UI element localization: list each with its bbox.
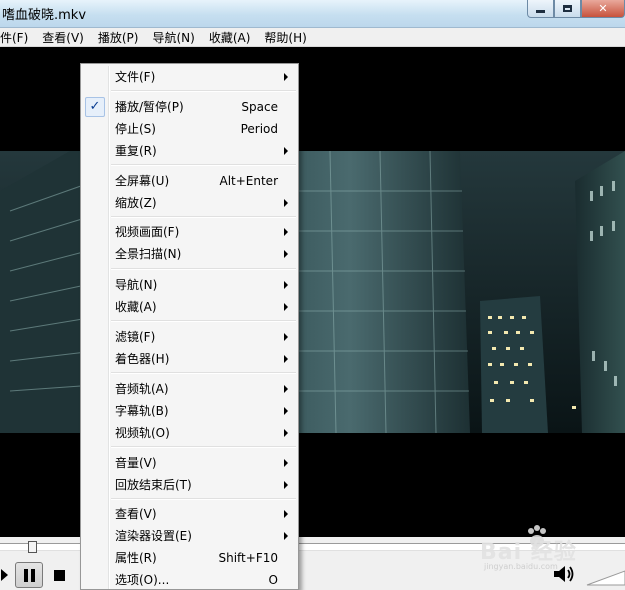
submenu-arrow-icon bbox=[284, 510, 288, 518]
seek-thumb[interactable] bbox=[28, 541, 37, 553]
submenu-arrow-icon bbox=[284, 147, 288, 155]
submenu-arrow-icon bbox=[284, 333, 288, 341]
menu-separator bbox=[111, 498, 296, 500]
submenu-arrow-icon bbox=[284, 73, 288, 81]
menu-item-shortcut: Space bbox=[241, 100, 278, 114]
baidu-watermark: Bai 经验 jingyan.baidu.com bbox=[474, 520, 624, 571]
pause-button[interactable] bbox=[15, 562, 43, 588]
menu-play[interactable]: 播放(P) bbox=[91, 29, 146, 46]
menu-item-label: 全景扫描(N) bbox=[115, 247, 182, 261]
submenu-arrow-icon bbox=[284, 281, 288, 289]
menu-bar: 件(F) 查看(V) 播放(P) 导航(N) 收藏(A) 帮助(H) bbox=[0, 28, 625, 47]
submenu-arrow-icon bbox=[284, 228, 288, 236]
menu-item-label: 音频轨(A) bbox=[115, 382, 169, 396]
menu-item-label: 收藏(A) bbox=[115, 300, 157, 314]
menu-item-stop[interactable]: 停止(S) Period bbox=[83, 119, 296, 139]
menu-item-shortcut: O bbox=[268, 573, 278, 587]
menu-item-view[interactable]: 查看(V) bbox=[83, 504, 296, 524]
submenu-arrow-icon bbox=[284, 459, 288, 467]
menu-item-label: 文件(F) bbox=[115, 70, 156, 84]
menu-item-file[interactable]: 文件(F) bbox=[83, 67, 296, 87]
menu-item-options[interactable]: 选项(O)... O bbox=[83, 570, 296, 590]
menu-item-label: 停止(S) bbox=[115, 122, 156, 136]
stop-icon bbox=[53, 569, 65, 581]
menu-separator bbox=[111, 268, 296, 270]
menu-item-label: 回放结束后(T) bbox=[115, 478, 192, 492]
menu-item-label: 选项(O)... bbox=[115, 573, 170, 587]
menu-item-label: 视频轨(O) bbox=[115, 426, 170, 440]
menu-item-label: 属性(R) bbox=[115, 551, 157, 565]
menu-item-label: 播放/暂停(P) bbox=[115, 100, 184, 114]
menu-item-video-track[interactable]: 视频轨(O) bbox=[83, 423, 296, 443]
menu-item-shortcut: Shift+F10 bbox=[218, 551, 278, 565]
window-controls: ✕ bbox=[527, 0, 625, 20]
menu-item-properties[interactable]: 属性(R) Shift+F10 bbox=[83, 548, 296, 568]
submenu-arrow-icon bbox=[284, 429, 288, 437]
menu-item-label: 查看(V) bbox=[115, 507, 157, 521]
menu-item-label: 字幕轨(B) bbox=[115, 404, 169, 418]
menu-file[interactable]: 件(F) bbox=[0, 29, 35, 46]
close-icon: ✕ bbox=[598, 2, 608, 15]
menu-item-shortcut: Alt+Enter bbox=[219, 174, 278, 188]
menu-item-label: 着色器(H) bbox=[115, 352, 170, 366]
menu-item-label: 全屏幕(U) bbox=[115, 174, 170, 188]
stop-button[interactable] bbox=[45, 562, 73, 588]
menu-item-pan-scan[interactable]: 全景扫描(N) bbox=[83, 244, 296, 264]
menu-navigate[interactable]: 导航(N) bbox=[145, 29, 201, 46]
close-button[interactable]: ✕ bbox=[581, 0, 625, 18]
menu-separator bbox=[111, 446, 296, 448]
menu-item-label: 音量(V) bbox=[115, 456, 157, 470]
menu-item-shortcut: Period bbox=[240, 122, 278, 136]
menu-item-audio-track[interactable]: 音频轨(A) bbox=[83, 379, 296, 399]
menu-item-renderer-settings[interactable]: 渲染器设置(E) bbox=[83, 526, 296, 546]
menu-item-after-playback[interactable]: 回放结束后(T) bbox=[83, 475, 296, 495]
menu-item-play-pause[interactable]: ✓ 播放/暂停(P) Space bbox=[83, 97, 296, 117]
menu-separator bbox=[111, 164, 296, 166]
menu-item-label: 重复(R) bbox=[115, 144, 157, 158]
maximize-button[interactable] bbox=[554, 0, 581, 18]
menu-separator bbox=[111, 216, 296, 218]
maximize-icon bbox=[563, 5, 572, 12]
menu-item-shaders[interactable]: 着色器(H) bbox=[83, 349, 296, 369]
menu-item-zoom[interactable]: 缩放(Z) bbox=[83, 193, 296, 213]
minimize-button[interactable] bbox=[527, 0, 554, 18]
submenu-arrow-icon bbox=[284, 407, 288, 415]
submenu-arrow-icon bbox=[284, 481, 288, 489]
menu-item-label: 渲染器设置(E) bbox=[115, 529, 192, 543]
menu-item-navigate[interactable]: 导航(N) bbox=[83, 275, 296, 295]
submenu-arrow-icon bbox=[284, 355, 288, 363]
watermark-url: jingyan.baidu.com bbox=[484, 562, 558, 571]
menu-item-filters[interactable]: 滤镜(F) bbox=[83, 327, 296, 347]
menu-item-label: 导航(N) bbox=[115, 278, 158, 292]
context-menu: 文件(F) ✓ 播放/暂停(P) Space 停止(S) Period 重复(R… bbox=[80, 63, 299, 590]
title-bar[interactable]: 嗜血破晓.mkv ✕ bbox=[0, 0, 625, 28]
checkmark-icon: ✓ bbox=[85, 97, 105, 117]
menu-separator bbox=[111, 320, 296, 322]
menu-item-label: 滤镜(F) bbox=[115, 330, 156, 344]
submenu-arrow-icon bbox=[284, 199, 288, 207]
menu-item-subtitle-track[interactable]: 字幕轨(B) bbox=[83, 401, 296, 421]
menu-view[interactable]: 查看(V) bbox=[35, 29, 91, 46]
submenu-arrow-icon bbox=[284, 303, 288, 311]
menu-item-fullscreen[interactable]: 全屏幕(U) Alt+Enter bbox=[83, 171, 296, 191]
volume-slider[interactable] bbox=[585, 567, 625, 587]
menu-item-favorites[interactable]: 收藏(A) bbox=[83, 297, 296, 317]
submenu-arrow-icon bbox=[284, 385, 288, 393]
menu-separator bbox=[111, 90, 296, 92]
menu-item-label: 缩放(Z) bbox=[115, 196, 157, 210]
menu-favorites[interactable]: 收藏(A) bbox=[202, 29, 258, 46]
menu-item-volume[interactable]: 音量(V) bbox=[83, 453, 296, 473]
menu-item-video-frame[interactable]: 视频画面(F) bbox=[83, 222, 296, 242]
minimize-icon bbox=[536, 10, 545, 13]
submenu-arrow-icon bbox=[284, 250, 288, 258]
menu-help[interactable]: 帮助(H) bbox=[257, 29, 313, 46]
submenu-arrow-icon bbox=[284, 532, 288, 540]
menu-item-repeat[interactable]: 重复(R) bbox=[83, 141, 296, 161]
menu-separator bbox=[111, 372, 296, 374]
play-icon bbox=[0, 569, 8, 581]
pause-icon bbox=[23, 568, 35, 582]
menu-item-label: 视频画面(F) bbox=[115, 225, 180, 239]
window-title: 嗜血破晓.mkv bbox=[2, 8, 87, 23]
